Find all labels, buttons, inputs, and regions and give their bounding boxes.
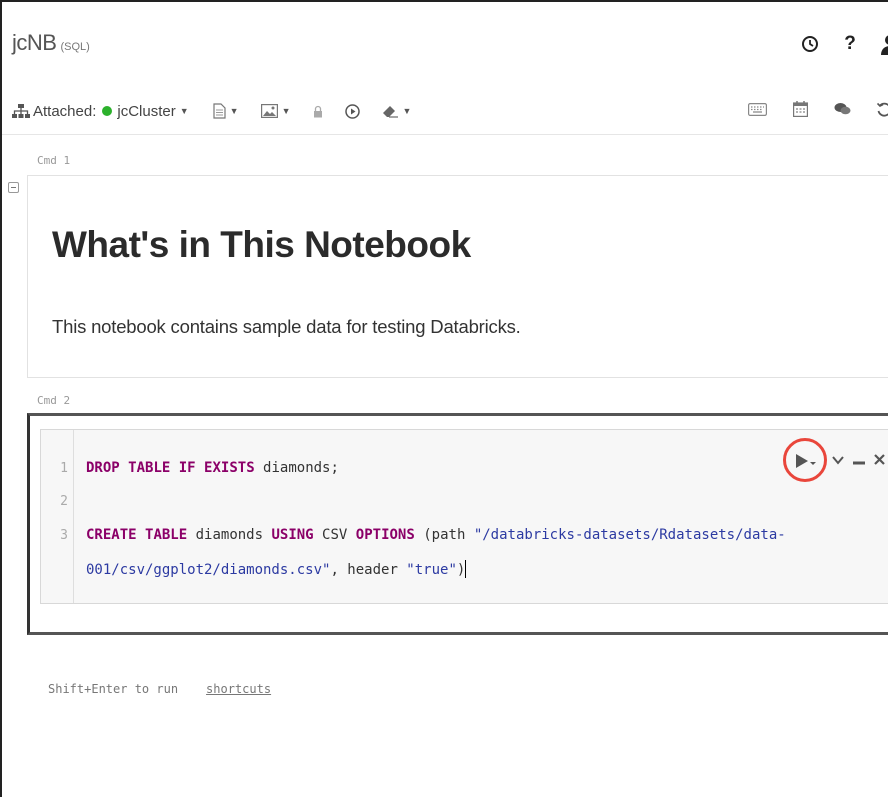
image-icon (260, 104, 278, 118)
file-menu-button[interactable]: ▼ (213, 103, 239, 119)
attach-status[interactable]: Attached: jcCluster ▼ (12, 103, 189, 120)
chevron-down-icon: ▼ (402, 106, 412, 116)
chevron-down-icon: ▼ (179, 106, 189, 116)
notebook-header: jcNB (SQL) (12, 30, 90, 60)
run-hint: Shift+Enter to run (48, 682, 179, 696)
play-circle-icon (344, 103, 360, 119)
cluster-selector[interactable]: jcCluster ▼ (117, 103, 188, 120)
markdown-cell[interactable]: What's in This Notebook This notebook co… (27, 175, 888, 378)
minimize-icon[interactable] (853, 452, 865, 470)
shortcuts-link[interactable]: shortcuts (206, 682, 271, 696)
clear-menu-button[interactable]: ▼ (382, 105, 412, 118)
notebook-language: (SQL) (60, 41, 90, 53)
document-icon (213, 103, 226, 119)
comments-icon[interactable] (834, 102, 851, 121)
text-cursor (465, 560, 467, 578)
help-icon[interactable]: ? (838, 32, 862, 56)
markdown-paragraph: This notebook contains sample data for t… (52, 316, 521, 337)
chevron-down-icon[interactable] (832, 452, 844, 470)
notebook-footer: Shift+Enter to run shortcuts (48, 682, 271, 696)
toolbar-right-icons (748, 101, 888, 122)
code-line-3-wrap[interactable]: 001/csv/ggplot2/diamonds.csv", header "t… (86, 560, 467, 578)
toolbar-actions: ▼ ▼ ▼ (213, 103, 434, 119)
cmd-1-label: Cmd 1 (37, 154, 71, 167)
notebook-title[interactable]: jcNB (12, 30, 57, 56)
cluster-tree-icon (12, 104, 30, 118)
attached-label: Attached: (33, 102, 97, 120)
header-icons: ? (798, 32, 888, 56)
close-icon[interactable] (874, 452, 885, 470)
clock-icon[interactable] (798, 32, 822, 56)
collapse-cell-icon[interactable] (8, 182, 19, 193)
permissions-button[interactable] (313, 105, 323, 118)
lock-icon (313, 105, 322, 117)
calendar-icon[interactable] (793, 101, 809, 122)
cluster-name: jcCluster (117, 102, 176, 120)
view-menu-button[interactable]: ▼ (260, 104, 291, 118)
line-number: 2 (60, 494, 68, 509)
play-icon (795, 453, 817, 469)
run-cell-button[interactable] (783, 438, 827, 482)
cluster-status-dot (102, 106, 113, 116)
toolbar-divider (2, 134, 888, 135)
eraser-icon (382, 105, 398, 118)
cell-controls (783, 438, 885, 482)
notebook-toolbar: Attached: jcCluster ▼ ▼ ▼ ▼ (12, 96, 433, 126)
line-number: 3 (60, 528, 68, 543)
user-icon[interactable] (878, 32, 888, 56)
line-number: 1 (60, 461, 68, 476)
run-all-button[interactable] (344, 103, 360, 119)
code-editor[interactable]: 1 2 3 DROP TABLE IF EXISTS diamonds; CRE… (40, 429, 888, 604)
markdown-heading: What's in This Notebook (52, 224, 471, 265)
line-number-gutter: 1 2 3 (41, 430, 74, 603)
chevron-down-icon: ▼ (229, 106, 239, 116)
keyboard-icon[interactable] (748, 102, 767, 121)
code-line-1[interactable]: DROP TABLE IF EXISTS diamonds; (86, 460, 339, 476)
history-icon[interactable] (876, 102, 888, 122)
cmd-2-label: Cmd 2 (37, 394, 71, 407)
code-line-3[interactable]: CREATE TABLE diamonds USING CSV OPTIONS … (86, 527, 786, 543)
chevron-down-icon: ▼ (281, 106, 291, 116)
code-cell[interactable]: 1 2 3 DROP TABLE IF EXISTS diamonds; CRE… (27, 413, 888, 635)
